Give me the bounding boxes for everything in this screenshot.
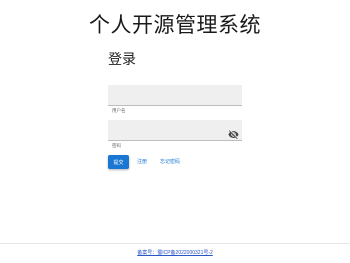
visibility-off-icon[interactable] [228,125,239,140]
icp-record-link[interactable]: 备案号：蜀ICP备2022000321号-2 [137,250,213,256]
username-input[interactable] [108,88,242,108]
password-input[interactable] [108,123,242,143]
login-heading: 登录 [108,52,136,68]
footer: 备案号：蜀ICP备2022000321号-2 [0,250,350,256]
page-title: 个人开源管理系统 [89,13,261,37]
submit-button[interactable]: 提交 [108,155,129,169]
forgot-password-link[interactable]: 忘记密码 [160,159,180,165]
password-field[interactable] [108,120,242,143]
footer-divider [0,243,350,244]
username-label: 用户名 [112,108,126,113]
password-label: 密码 [112,143,121,148]
register-link[interactable]: 注册 [137,159,147,165]
username-field[interactable] [108,85,242,108]
